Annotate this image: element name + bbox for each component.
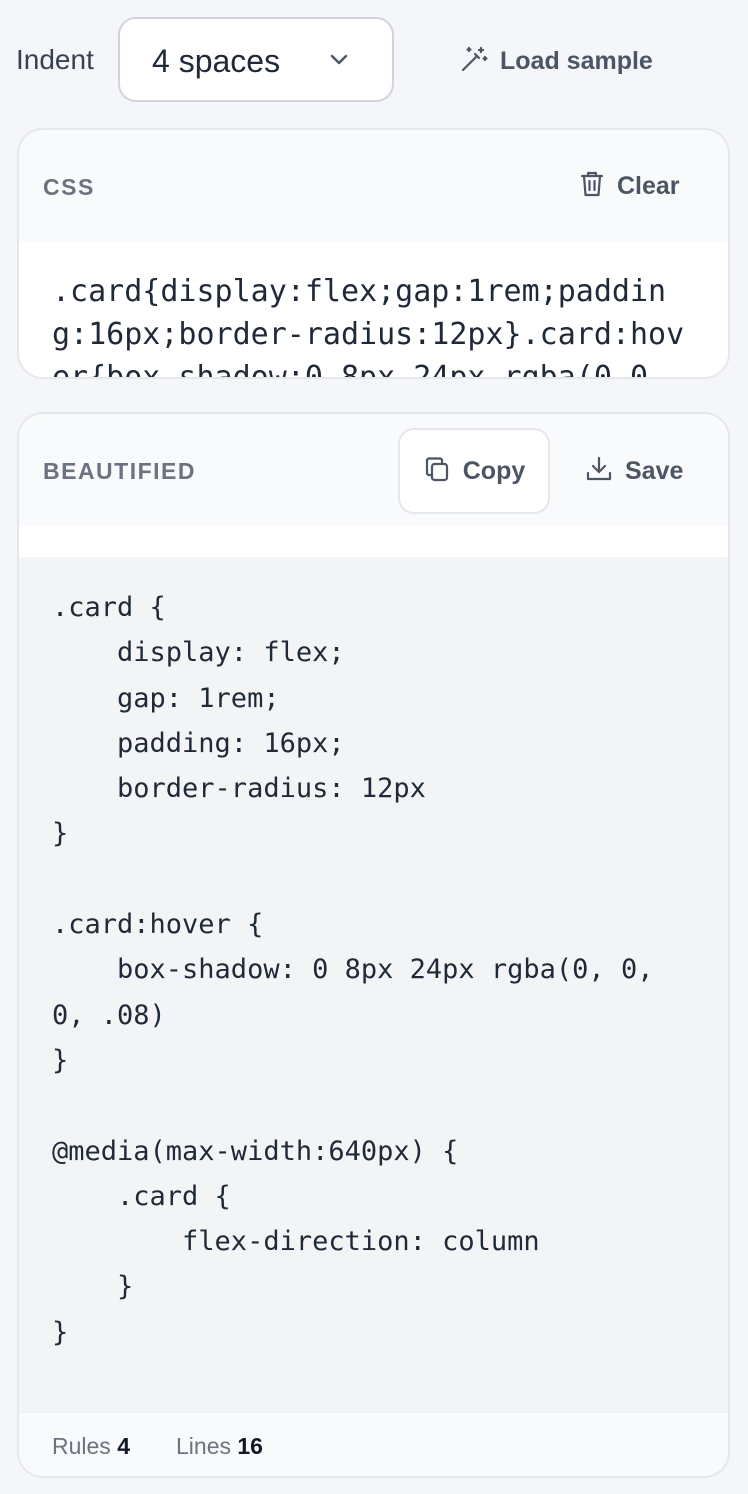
code-line: box-shadow: 0 8px 24px rgba(0, 0, xyxy=(52,954,654,986)
css-input-panel: CSS Clear .card{display:flex;gap:1rem;pa… xyxy=(17,128,730,379)
code-line: .card:hover { xyxy=(52,909,264,941)
copy-button[interactable]: Copy xyxy=(398,428,550,514)
copy-icon xyxy=(423,455,451,488)
beautified-output: .card { display: flex; gap: 1rem; paddin… xyxy=(19,557,728,1412)
indent-select-value: 4 spaces xyxy=(152,43,281,79)
rules-stat-label: Rules xyxy=(52,1433,111,1459)
code-line: flex-direction: column xyxy=(52,1226,540,1258)
css-input-text[interactable]: .card{display:flex;gap:1rem;padding:16px… xyxy=(52,270,692,377)
output-panel-header: BEAUTIFIED Copy Save xyxy=(19,414,728,526)
copy-label: Copy xyxy=(462,456,526,485)
lines-stat-label: Lines xyxy=(176,1433,231,1459)
indent-label: Indent xyxy=(16,44,94,75)
css-panel-title: CSS xyxy=(43,174,95,200)
code-line: @media(max-width:640px) { xyxy=(52,1135,459,1167)
css-panel-header: CSS Clear xyxy=(19,130,728,242)
download-icon xyxy=(585,455,613,488)
output-panel-title: BEAUTIFIED xyxy=(43,458,196,484)
clear-label: Clear xyxy=(617,171,680,200)
code-line: } xyxy=(52,1316,69,1348)
code-line: } xyxy=(52,1271,134,1303)
code-line: 0, .08) xyxy=(52,999,166,1031)
clear-button[interactable]: Clear xyxy=(579,161,680,211)
magic-wand-icon xyxy=(460,45,488,78)
lines-stat: Lines 16 xyxy=(176,1433,263,1460)
code-line: .card { xyxy=(52,1180,231,1212)
save-label: Save xyxy=(625,456,684,485)
css-editor[interactable]: .card{display:flex;gap:1rem;padding:16px… xyxy=(19,244,728,377)
indent-select[interactable]: 4 spaces xyxy=(118,17,394,102)
code-line: display: flex; xyxy=(52,637,345,669)
lines-stat-value: 16 xyxy=(237,1433,263,1459)
code-line: } xyxy=(52,818,69,850)
rules-stat-value: 4 xyxy=(117,1433,130,1459)
save-button[interactable]: Save xyxy=(585,446,683,496)
trash-icon xyxy=(579,170,605,203)
code-line: gap: 1rem; xyxy=(52,682,280,714)
code-line: padding: 16px; xyxy=(52,727,345,759)
code-line: } xyxy=(52,1044,69,1076)
code-line: .card { xyxy=(52,592,166,623)
chevron-down-icon xyxy=(330,53,348,71)
toolbar: Indent 4 spaces Load sample xyxy=(0,0,748,120)
code-line: border-radius: 12px xyxy=(52,773,426,805)
stats-bar: Rules 4 Lines 16 xyxy=(19,1412,728,1476)
load-sample-label: Load sample xyxy=(500,46,653,75)
load-sample-button[interactable]: Load sample xyxy=(460,44,653,78)
beautified-output-panel: BEAUTIFIED Copy Save .card { display: fl… xyxy=(17,412,730,1478)
rules-stat: Rules 4 xyxy=(52,1433,130,1460)
beautified-code: .card { display: flex; gap: 1rem; paddin… xyxy=(52,585,653,1355)
